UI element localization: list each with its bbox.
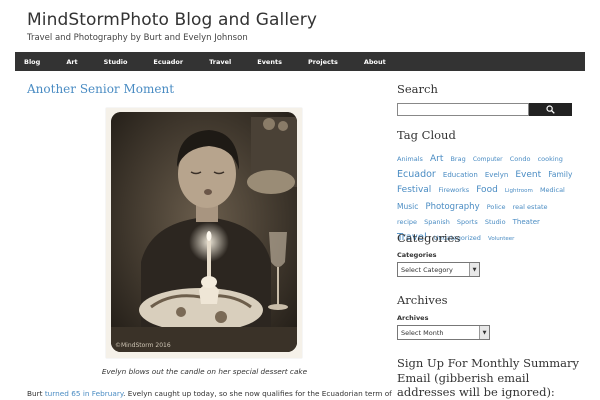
categories-title: Categories bbox=[397, 231, 461, 245]
tag-link[interactable]: Event bbox=[515, 170, 541, 180]
tagcloud-title: Tag Cloud bbox=[397, 128, 456, 142]
tag-link[interactable]: Brag bbox=[450, 155, 465, 163]
site-description: Travel and Photography by Burt and Evely… bbox=[27, 33, 248, 43]
tag-link[interactable]: Family bbox=[548, 170, 572, 179]
tag-link[interactable]: Computer bbox=[473, 156, 503, 163]
search-button[interactable] bbox=[529, 103, 572, 116]
archives-title: Archives bbox=[397, 293, 448, 307]
tag-link[interactable]: Spanish bbox=[424, 218, 450, 226]
categories-selected: Select Category bbox=[401, 265, 453, 274]
tag-link[interactable]: Photography bbox=[425, 202, 479, 212]
nav-item-art[interactable]: Art bbox=[66, 58, 77, 66]
tag-link[interactable]: Theater bbox=[513, 218, 540, 226]
tag-link[interactable]: Music bbox=[397, 202, 418, 211]
chevron-down-icon: ▼ bbox=[469, 263, 479, 276]
tag-link[interactable]: Food bbox=[476, 185, 498, 195]
photo-caption: Evelyn blows out the candle on her speci… bbox=[101, 367, 308, 376]
nav-item-travel[interactable]: Travel bbox=[209, 58, 231, 66]
tag-link[interactable]: Animals bbox=[397, 155, 423, 163]
tag-link[interactable]: recipe bbox=[397, 218, 417, 226]
body-suffix: . Evelyn caught up today, so she now qua… bbox=[123, 389, 392, 398]
tag-link[interactable]: Festival bbox=[397, 185, 431, 195]
tag-link[interactable]: Evelyn bbox=[485, 171, 508, 179]
nav-item-events[interactable]: Events bbox=[257, 58, 282, 66]
birthday-link[interactable]: turned 65 in February bbox=[45, 389, 123, 398]
main-nav: Blog Art Studio Ecuador Travel Events Pr… bbox=[15, 52, 585, 71]
nav-item-ecuador[interactable]: Ecuador bbox=[153, 58, 183, 66]
tag-link[interactable]: real estate bbox=[513, 203, 548, 211]
nav-item-projects[interactable]: Projects bbox=[308, 58, 338, 66]
chevron-down-icon: ▼ bbox=[479, 326, 489, 339]
site-title[interactable]: MindStormPhoto Blog and Gallery bbox=[27, 10, 317, 30]
tag-link[interactable]: Lightroom bbox=[505, 188, 533, 194]
nav-item-blog[interactable]: Blog bbox=[24, 58, 40, 66]
archives-widget: Archives Select Month ▼ bbox=[397, 314, 577, 340]
site-header: MindStormPhoto Blog and Gallery Travel a… bbox=[27, 10, 317, 43]
nav-item-studio[interactable]: Studio bbox=[104, 58, 128, 66]
body-prefix: Burt bbox=[27, 389, 45, 398]
birthday-photo: ©MindStorm 2016 bbox=[111, 112, 297, 352]
search-input[interactable] bbox=[397, 103, 529, 116]
archives-select[interactable]: Select Month ▼ bbox=[397, 325, 490, 340]
photo-watermark: ©MindStorm 2016 bbox=[115, 342, 171, 349]
photo-illustration bbox=[111, 112, 297, 352]
archives-selected: Select Month bbox=[401, 328, 444, 337]
post-body: Burt turned 65 in February. Evelyn caugh… bbox=[27, 389, 392, 398]
post-photo[interactable]: ©MindStorm 2016 bbox=[106, 108, 302, 358]
categories-label: Categories bbox=[397, 251, 437, 259]
archives-label: Archives bbox=[397, 314, 429, 322]
tag-link[interactable]: Condo bbox=[510, 155, 531, 163]
search-form bbox=[397, 103, 572, 116]
tag-link[interactable]: Fireworks bbox=[438, 186, 469, 194]
post-title[interactable]: Another Senior Moment bbox=[27, 82, 174, 96]
signup-title: Sign Up For Monthly Summary Email (gibbe… bbox=[397, 356, 580, 399]
tag-link[interactable]: Ecuador bbox=[397, 169, 436, 180]
tag-link[interactable]: Education bbox=[443, 171, 478, 179]
categories-widget: Categories Select Category ▼ bbox=[397, 251, 577, 277]
tag-link[interactable]: Medical bbox=[540, 186, 565, 194]
tag-link[interactable]: Sports bbox=[457, 218, 478, 226]
search-title: Search bbox=[397, 82, 438, 96]
tag-link[interactable]: Art bbox=[430, 154, 443, 164]
tag-link[interactable]: Studio bbox=[485, 218, 506, 226]
tag-link[interactable]: Police bbox=[487, 203, 506, 211]
nav-item-about[interactable]: About bbox=[364, 58, 386, 66]
search-icon bbox=[546, 105, 555, 114]
categories-select[interactable]: Select Category ▼ bbox=[397, 262, 480, 277]
tag-link[interactable]: cooking bbox=[538, 155, 563, 163]
